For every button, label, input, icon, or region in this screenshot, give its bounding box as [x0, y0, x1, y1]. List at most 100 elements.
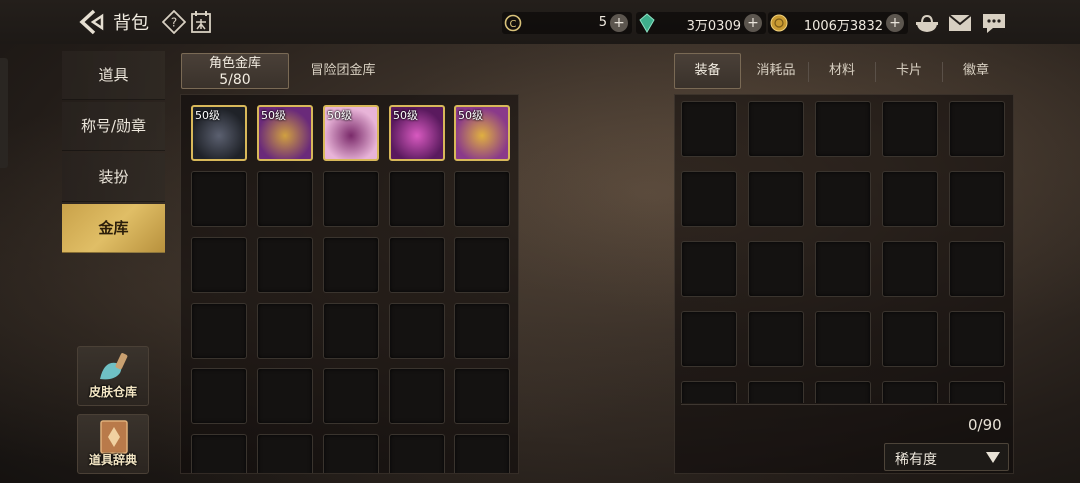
inventory-panel — [674, 94, 1014, 474]
tab-badges[interactable]: 徽章 — [946, 53, 1006, 89]
empty-slot[interactable] — [454, 303, 510, 359]
empty-slot[interactable] — [191, 171, 247, 227]
empty-slot[interactable] — [815, 171, 871, 227]
tab-cards[interactable]: 卡片 — [879, 53, 939, 89]
dark-armor-icon[interactable]: 50级 — [191, 105, 247, 161]
item-dictionary-label: 道具辞典 — [88, 453, 137, 467]
tab-character-vault-label: 角色金库 — [208, 56, 261, 71]
empty-slot[interactable] — [815, 241, 871, 297]
inventory-grid[interactable] — [675, 95, 1013, 403]
empty-slot[interactable] — [454, 368, 510, 424]
empty-slot[interactable] — [748, 171, 804, 227]
empty-slot[interactable] — [882, 171, 938, 227]
empty-slot[interactable] — [257, 434, 313, 473]
page-title: 背包 — [113, 13, 149, 34]
empty-slot[interactable] — [323, 171, 379, 227]
tab-character-vault[interactable]: 角色金库 5/80 — [181, 53, 289, 89]
character-vault-grid[interactable]: 50级 50级 50级 50级 50级 — [180, 94, 519, 474]
empty-slot[interactable] — [191, 434, 247, 473]
item-level-badge: 50级 — [327, 109, 352, 122]
item-dictionary-button[interactable]: 道具辞典 — [77, 414, 149, 474]
empty-slot[interactable] — [257, 303, 313, 359]
empty-slot[interactable] — [949, 171, 1005, 227]
empty-slot[interactable] — [323, 237, 379, 293]
empty-slot[interactable] — [323, 434, 379, 473]
empty-slot[interactable] — [389, 171, 445, 227]
empty-slot[interactable] — [882, 381, 938, 403]
empty-slot[interactable] — [681, 381, 737, 403]
empty-slot[interactable] — [681, 241, 737, 297]
empty-slot[interactable] — [815, 311, 871, 367]
nav-item-costume[interactable]: 装扮 — [62, 153, 165, 202]
chat-icon[interactable] — [981, 11, 1007, 35]
empty-slot[interactable] — [257, 368, 313, 424]
empty-slot[interactable] — [815, 381, 871, 403]
empty-slot[interactable] — [748, 311, 804, 367]
gold-coin-icon — [770, 14, 788, 32]
empty-slot[interactable] — [949, 311, 1005, 367]
empty-slot[interactable] — [191, 237, 247, 293]
empty-slot[interactable] — [949, 241, 1005, 297]
gem-currency: 3万0309 + — [636, 12, 766, 34]
svg-text:C: C — [510, 19, 517, 30]
sort-dropdown-label: 稀有度 — [895, 452, 937, 468]
left-edge-handle — [0, 58, 8, 168]
chevron-down-icon — [986, 452, 1000, 463]
empty-slot[interactable] — [191, 303, 247, 359]
empty-slot[interactable] — [681, 311, 737, 367]
empty-slot[interactable] — [882, 241, 938, 297]
empty-slot[interactable] — [681, 171, 737, 227]
dragon-mask-icon[interactable]: 50级 — [454, 105, 510, 161]
add-coupon-button[interactable]: + — [610, 14, 628, 32]
tab-adventure-vault[interactable]: 冒险团金库 — [300, 53, 386, 89]
empty-slot[interactable] — [681, 101, 737, 157]
nav-item-items[interactable]: 道具 — [62, 51, 165, 100]
shop-bag-icon[interactable] — [914, 11, 940, 35]
empty-slot[interactable] — [257, 237, 313, 293]
tab-consumables[interactable]: 消耗品 — [745, 53, 807, 89]
empty-slot[interactable] — [882, 311, 938, 367]
empty-slot[interactable] — [389, 368, 445, 424]
empty-slot[interactable] — [323, 368, 379, 424]
skin-storage-button[interactable]: 皮肤仓库 — [77, 346, 149, 406]
gold-value: 1006万3832 — [803, 19, 883, 34]
skin-storage-label: 皮肤仓库 — [88, 385, 137, 399]
empty-slot[interactable] — [815, 101, 871, 157]
empty-slot[interactable] — [882, 101, 938, 157]
empty-slot[interactable] — [454, 237, 510, 293]
item-level-badge: 50级 — [195, 109, 220, 122]
empty-slot[interactable] — [748, 241, 804, 297]
empty-slot[interactable] — [748, 381, 804, 403]
help-icon[interactable]: ? — [162, 10, 186, 34]
coupon-value: 5 — [598, 15, 607, 30]
add-gem-button[interactable]: + — [744, 14, 762, 32]
pink-cloud-icon[interactable]: 50级 — [323, 105, 379, 161]
purple-blade-icon[interactable]: 50级 — [257, 105, 313, 161]
item-level-badge: 50级 — [261, 109, 286, 122]
empty-slot[interactable] — [389, 237, 445, 293]
empty-slot[interactable] — [454, 171, 510, 227]
empty-slot[interactable] — [257, 171, 313, 227]
calendar-icon[interactable] — [190, 10, 212, 34]
back-arrow-icon[interactable] — [76, 8, 106, 36]
add-gold-button[interactable]: + — [886, 14, 904, 32]
empty-slot[interactable] — [949, 101, 1005, 157]
nav-item-vault[interactable]: 金库 — [62, 204, 165, 253]
empty-slot[interactable] — [323, 303, 379, 359]
sort-dropdown[interactable]: 稀有度 — [884, 443, 1009, 471]
svg-text:?: ? — [171, 16, 177, 30]
tab-materials[interactable]: 材料 — [812, 53, 872, 89]
empty-slot[interactable] — [191, 368, 247, 424]
empty-slot[interactable] — [748, 101, 804, 157]
tab-equipment[interactable]: 装备 — [674, 53, 741, 89]
book-icon — [100, 420, 128, 454]
empty-slot[interactable] — [949, 381, 1005, 403]
nav-item-titles[interactable]: 称号/勋章 — [62, 102, 165, 151]
empty-slot[interactable] — [389, 303, 445, 359]
item-level-badge: 50级 — [458, 109, 483, 122]
mail-icon[interactable] — [947, 11, 973, 35]
empty-slot[interactable] — [389, 434, 445, 473]
tab-divider — [875, 62, 876, 82]
empty-slot[interactable] — [454, 434, 510, 473]
purple-boot-icon[interactable]: 50级 — [389, 105, 445, 161]
